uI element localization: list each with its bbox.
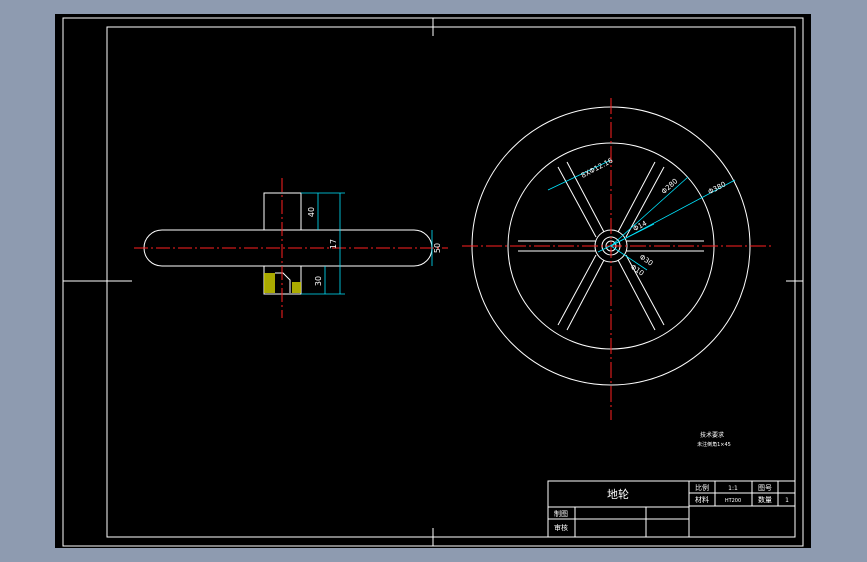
drawing-area: [55, 14, 811, 548]
drawn-label: 制图: [554, 509, 568, 518]
cad-drawing-canvas: 40 17 30 50 8XΦ12.16 Φ280 Φ380 Φ14 Φ30 Φ…: [0, 0, 867, 562]
notes-text: 未注倒角1×45: [697, 441, 731, 448]
checked-label: 审核: [554, 523, 568, 532]
dim-text-hub-bottom: 30: [314, 276, 323, 286]
quantity-value: 1: [785, 497, 789, 504]
hatch-section-right: [292, 282, 301, 293]
dim-text-total: 17: [329, 239, 338, 249]
hatch-section-left: [264, 273, 275, 293]
quantity-label: 数量: [758, 495, 772, 504]
scale-label: 比例: [695, 483, 709, 492]
scale-value: 1:1: [728, 485, 738, 492]
dim-text-rim-width: 50: [433, 243, 442, 253]
drawing-no-label: 图号: [758, 484, 772, 492]
material-label: 材料: [695, 495, 709, 504]
material-value: HT200: [725, 498, 741, 504]
notes-heading: 技术要求: [700, 431, 724, 439]
part-name: 地轮: [607, 487, 629, 501]
drawing-svg: 40 17 30 50 8XΦ12.16 Φ280 Φ380 Φ14 Φ30 Φ…: [55, 14, 811, 548]
dim-text-hub-top: 40: [307, 207, 316, 217]
